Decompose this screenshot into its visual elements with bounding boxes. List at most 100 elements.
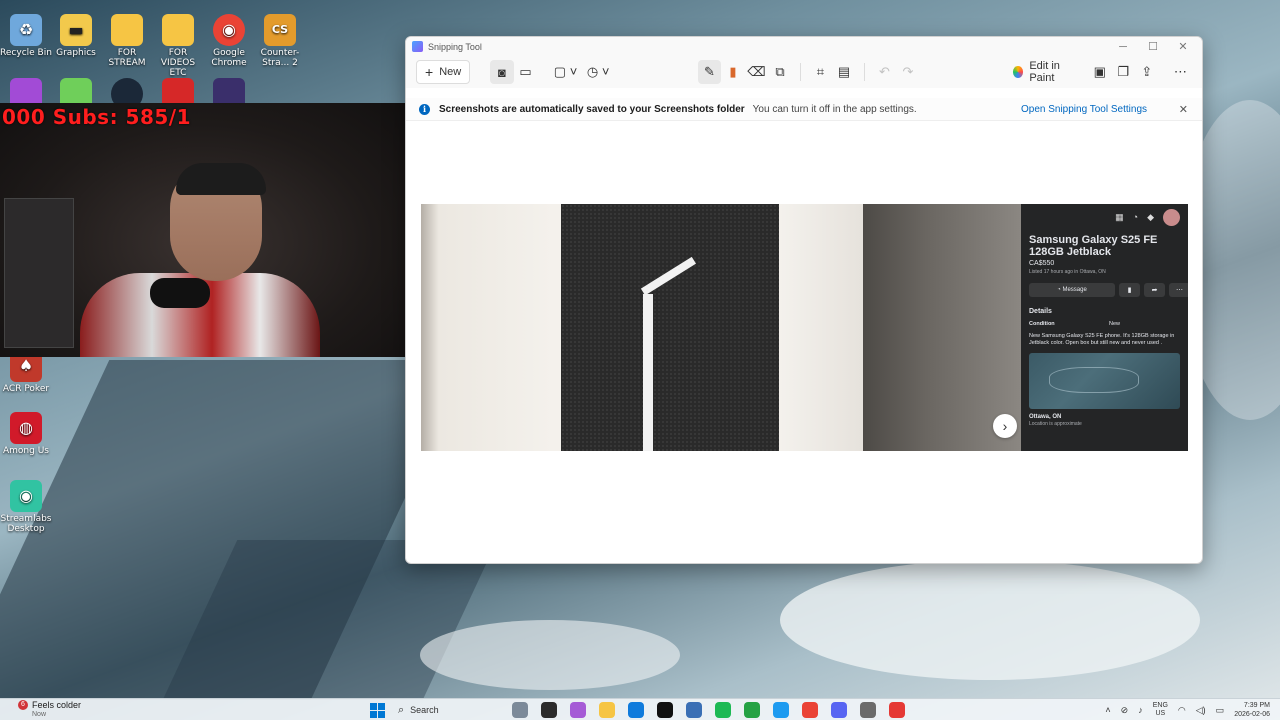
desktop-icon-counter-strike[interactable]: CS Counter-Stra... 2 [254,14,306,68]
microphone-icon[interactable]: ♪ [1138,705,1143,715]
taskbar-app-icon[interactable] [599,702,615,718]
condition-value: New [1109,321,1121,327]
taskbar-app-icon[interactable] [628,702,644,718]
system-tray: ˄ ⊘ ♪ ENG US ◠ ◁) ▭ 7:39 PM 2026-02-06 [1105,701,1270,719]
taskbar-app-icon[interactable] [686,702,702,718]
taskbar-app-icon[interactable] [744,702,760,718]
close-icon[interactable]: ✕ [1179,103,1188,116]
edit-in-paint-button[interactable]: Edit in Paint [1007,60,1088,84]
windows-logo-pane [378,703,385,710]
more-icon: ⋯ [1173,64,1187,79]
weather-subtext: Now [32,711,47,718]
windows-logo-pane [378,711,385,718]
message-label: Message [1062,287,1087,293]
undo-icon: ↶ [878,64,890,79]
undo-button[interactable]: ↶ [873,60,897,84]
listing-location: Ottawa, ON [1029,414,1062,420]
desktop-icon-graphics[interactable]: ▬ Graphics [50,14,102,58]
text-actions-icon: ▤ [837,64,851,79]
taskbar-app-icon[interactable] [773,702,789,718]
marketplace-top-bar: ▦ ◔ ◆ [1029,204,1180,230]
windows-logo-pane [370,703,377,710]
chevron-right-icon: › [1002,418,1008,434]
desktop-icon-among-us[interactable]: ◍ Among Us [0,412,52,456]
toolbar: + New ◙ ▭ ▢ ˅ ◷ ˅ ✎ ▮ ⌫ ⧉ ⌗ ▤ ↶ ↷ Edit i… [406,56,1202,88]
toolbar-separator [799,63,801,81]
record-mode-button[interactable]: ▭ [514,60,538,84]
weather-widget[interactable]: 6 Feels colder Now [18,700,81,720]
share-button[interactable]: ⇪ [1135,60,1159,84]
language-indicator[interactable]: ENG US [1153,702,1168,718]
network-icon[interactable]: ⊘ [1121,705,1129,716]
message-seller-button: ◔ Message [1029,283,1115,297]
volume-icon[interactable]: ◁) [1196,705,1206,716]
desktop-icon-streamlabs[interactable]: ◉ Streamlabs Desktop [0,480,52,534]
new-button[interactable]: + New [416,60,471,84]
close-window-button[interactable]: ✕ [1168,37,1198,56]
minimize-button[interactable]: ─ [1108,37,1138,56]
taskbar-app-icon[interactable] [715,702,731,718]
more-options-button[interactable]: ⋯ [1169,60,1193,84]
taskbar-search[interactable]: ⌕ Search [398,702,510,718]
bell-icon: ◆ [1147,211,1154,222]
screenshot-mode-button[interactable]: ◙ [490,60,514,84]
maximize-button[interactable]: ☐ [1138,37,1168,56]
save-icon: ▣ [1093,64,1106,79]
title-bar[interactable]: Snipping Tool ─ ☐ ✕ [406,37,1202,56]
menu-grid-icon: ▦ [1115,211,1124,222]
copy-icon: ❐ [1117,64,1130,79]
taskbar-app-icon[interactable] [657,702,673,718]
taskbar-app-icon[interactable] [831,702,847,718]
info-bar-title: Screenshots are automatically saved to y… [439,103,745,115]
text-actions-button[interactable]: ▤ [832,60,856,84]
taskbar-app-icon[interactable] [889,702,905,718]
highlighter-button[interactable]: ▮ [721,60,745,84]
desktop-icon-label: Recycle Bin [0,48,52,58]
background-shelf [4,198,74,348]
listing-title: Samsung Galaxy S25 FE 128GB Jetblack [1029,234,1158,258]
window-title: Snipping Tool [428,41,482,52]
open-settings-link[interactable]: Open Snipping Tool Settings [1021,104,1147,115]
shapes-button[interactable]: ⧉ [768,60,792,84]
desktop-icon-label: Graphics [56,48,96,58]
copy-button[interactable]: ❐ [1112,60,1136,84]
taskbar-app-icon[interactable] [570,702,586,718]
save-button[interactable]: ▣ [1088,60,1112,84]
folder-icon [111,14,143,46]
chevron-up-icon[interactable]: ˄ [1105,705,1110,715]
desktop-icon-label: FOR VIDEOS ETC [160,48,196,78]
info-bar-message: You can turn it off in the app settings. [752,103,917,115]
chrome-icon: ◉ [213,14,245,46]
desktop-icon-recycle-bin[interactable]: ♻ Recycle Bin [0,14,52,58]
among-us-icon: ◍ [10,412,42,444]
streamlabs-icon: ◉ [10,480,42,512]
desktop-icon-label: Among Us [3,446,49,456]
snip-shape-dropdown[interactable]: ▢ ˅ [549,60,582,84]
taskbar-app-icon[interactable] [802,702,818,718]
details-heading: Details [1029,308,1052,315]
next-photo-button[interactable]: › [993,414,1017,438]
snipping-tool-window: Snipping Tool ─ ☐ ✕ + New ◙ ▭ ▢ ˅ ◷ ˅ ✎ … [405,36,1203,564]
redo-button[interactable]: ↷ [896,60,920,84]
folder-icon: ▬ [60,14,92,46]
desktop-icon-label: Google Chrome [211,48,247,68]
taskbar-app-icon[interactable] [860,702,876,718]
delay-dropdown[interactable]: ◷ ˅ [582,60,615,84]
condition-row: Condition New [1029,321,1180,327]
battery-icon[interactable]: ▭ [1216,705,1225,716]
desktop-icon-for-videos[interactable]: FOR VIDEOS ETC [152,14,204,78]
start-button[interactable] [370,703,385,718]
desktop-icon-label: FOR STREAM [108,48,146,68]
rectangle-snip-icon: ▢ ˅ [553,64,578,79]
ballpoint-pen-button[interactable]: ✎ [697,60,722,84]
clock[interactable]: 7:39 PM 2026-02-06 [1234,701,1270,719]
desktop-icon-for-stream[interactable]: FOR STREAM [101,14,153,68]
desktop-icon-google-chrome[interactable]: ◉ Google Chrome [203,14,255,68]
search-icon: ⌕ [398,703,405,716]
taskbar-app-icon[interactable] [541,702,557,718]
crop-button[interactable]: ⌗ [809,60,833,84]
eraser-button[interactable]: ⌫ [745,60,769,84]
wifi-icon[interactable]: ◠ [1178,705,1186,716]
taskbar-app-icon[interactable] [512,702,528,718]
edit-in-paint-label: Edit in Paint [1029,60,1060,84]
